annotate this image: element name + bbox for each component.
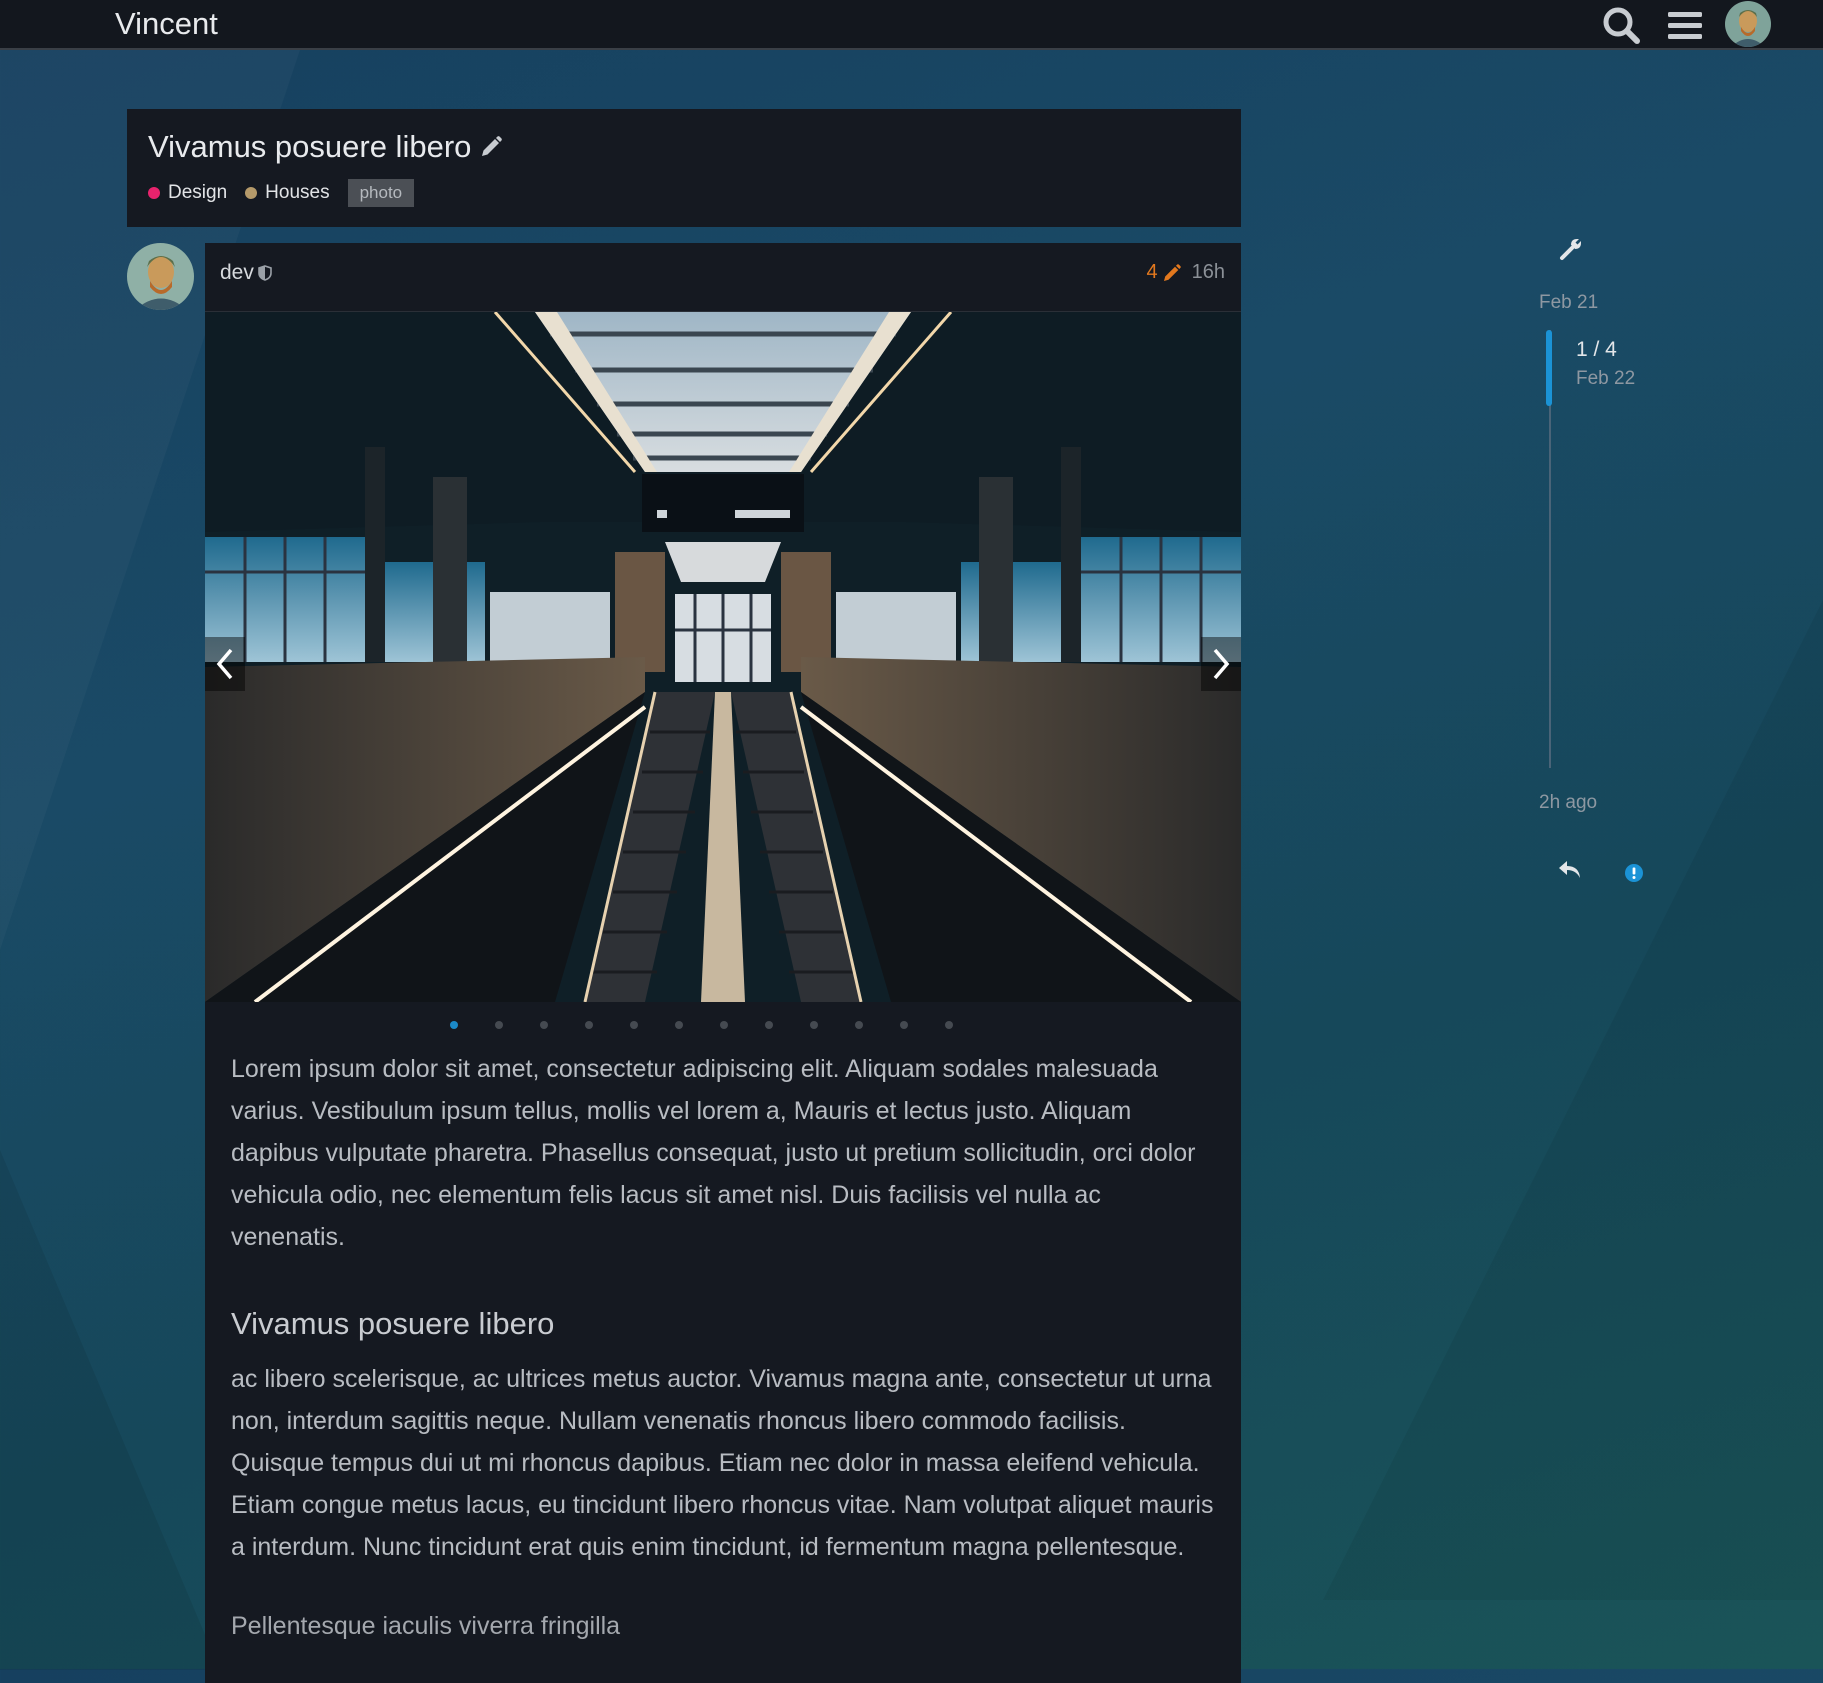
chevron-right-icon: [1213, 648, 1230, 680]
gallery-dot[interactable]: [584, 1021, 593, 1029]
post-paragraph: ac libero scelerisque, ac ultrices metus…: [231, 1365, 1214, 1561]
gallery-dot[interactable]: [764, 1021, 773, 1029]
post-body: Lorem ipsum dolor sit amet, consectetur …: [205, 1048, 1241, 1641]
post-age[interactable]: 16h: [1192, 261, 1225, 284]
image-gallery: [205, 312, 1241, 1002]
moderator-shield-icon: [258, 265, 272, 281]
post: dev 4 16h Lorem ipsum dolor sit amet, co…: [205, 243, 1241, 1683]
background-shard: [0, 1150, 220, 1670]
site-title[interactable]: Vincent: [115, 6, 218, 42]
gallery-photo[interactable]: [205, 312, 1241, 1002]
topic-title: Vivamus posuere libero: [148, 129, 1220, 165]
category-design[interactable]: Design: [148, 182, 227, 204]
gallery-dot[interactable]: [944, 1021, 953, 1029]
gallery-dot[interactable]: [629, 1021, 638, 1029]
chevron-left-icon: [216, 648, 233, 680]
reply-icon[interactable]: [1556, 856, 1584, 884]
gallery-dot[interactable]: [854, 1021, 863, 1029]
search-icon[interactable]: [1600, 4, 1642, 46]
timeline-scroll-handle[interactable]: [1546, 330, 1552, 406]
edit-history-button[interactable]: 4: [1147, 261, 1182, 284]
gallery-dot[interactable]: [494, 1021, 503, 1029]
gallery-prev-button[interactable]: [205, 637, 245, 691]
gallery-dot[interactable]: [449, 1021, 458, 1029]
timeline-start-date[interactable]: Feb 21: [1539, 292, 1598, 314]
edit-count: 4: [1146, 261, 1158, 283]
post-paragraph: Lorem ipsum dolor sit amet, consectetur …: [231, 1055, 1196, 1251]
notification-alert-icon[interactable]: [1624, 863, 1644, 883]
topic-tags-row: Design Houses photo: [148, 179, 1220, 207]
gallery-dot[interactable]: [809, 1021, 818, 1029]
username-text: dev: [220, 261, 254, 284]
timeline-end-date[interactable]: 2h ago: [1539, 792, 1597, 814]
post-heading: Pellentesque iaculis viverra fringilla: [231, 1612, 621, 1640]
topic-title-panel: Vivamus posuere libero Design Houses pho…: [127, 109, 1241, 227]
site-header: Vincent: [0, 0, 1823, 50]
category-houses[interactable]: Houses: [245, 182, 330, 204]
gallery-dot[interactable]: [719, 1021, 728, 1029]
timeline-position: 1 / 4: [1576, 338, 1617, 361]
topic-timeline: Feb 21 1 / 4 Feb 22 2h ago: [1530, 230, 1760, 910]
pencil-icon: [1163, 263, 1181, 281]
category-color-dot: [245, 187, 258, 199]
gallery-dot[interactable]: [674, 1021, 683, 1029]
edit-title-pencil-icon[interactable]: [479, 135, 503, 159]
tag-photo[interactable]: photo: [347, 179, 415, 207]
category-label: Houses: [265, 182, 330, 203]
category-color-dot: [148, 187, 160, 199]
topic-title-text: Vivamus posuere libero: [148, 129, 472, 164]
timeline-position-date: Feb 22: [1576, 368, 1636, 389]
category-label: Design: [168, 182, 228, 203]
gallery-next-button[interactable]: [1201, 637, 1241, 691]
post-author-avatar[interactable]: [127, 243, 194, 310]
admin-wrench-icon[interactable]: [1558, 236, 1584, 262]
user-avatar[interactable]: [1725, 1, 1771, 47]
gallery-pagination: [205, 1002, 1241, 1048]
hamburger-menu-icon[interactable]: [1664, 4, 1706, 46]
post-meta: 4 16h: [1147, 261, 1226, 284]
post-username[interactable]: dev: [220, 261, 272, 285]
post-heading: Vivamus posuere libero: [231, 1306, 555, 1341]
gallery-dot[interactable]: [539, 1021, 548, 1029]
gallery-dot[interactable]: [899, 1021, 908, 1029]
post-header: dev 4 16h: [205, 243, 1241, 312]
